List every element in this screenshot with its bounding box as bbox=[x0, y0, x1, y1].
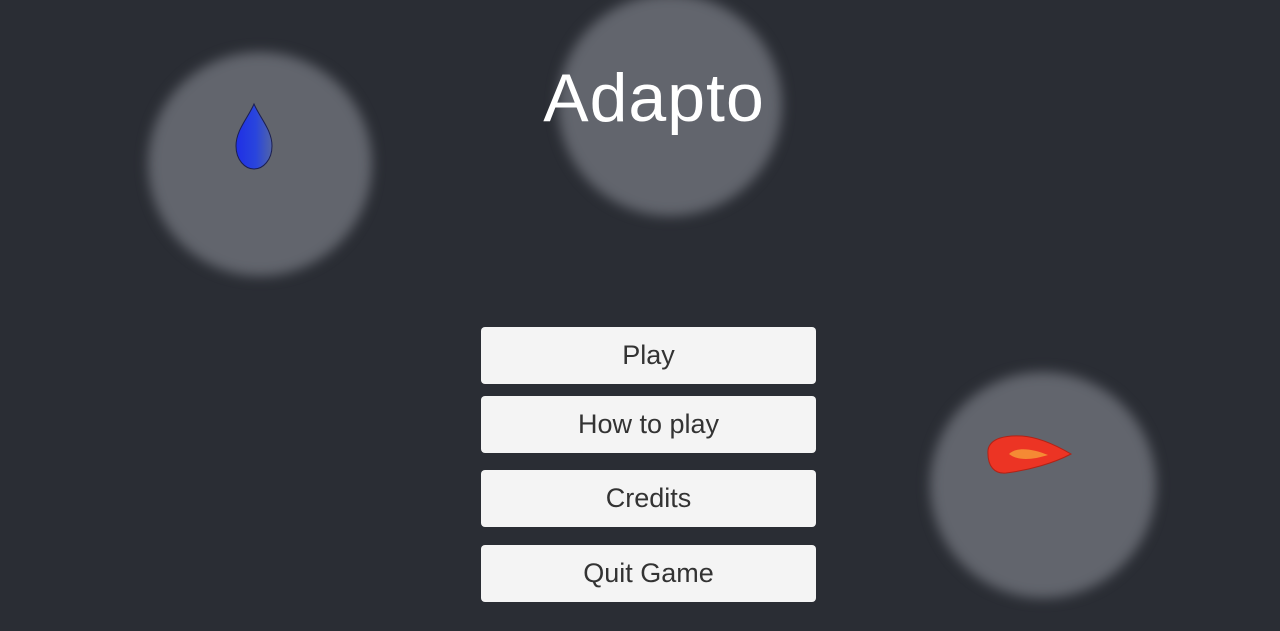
right-light-glow bbox=[930, 372, 1156, 598]
main-menu-screen: Adapto Play How to play Credits Quit Gam… bbox=[0, 0, 1280, 631]
game-title: Adapto bbox=[543, 60, 765, 136]
water-drop-icon bbox=[235, 102, 273, 170]
quit-game-button[interactable]: Quit Game bbox=[481, 545, 816, 602]
fire-icon bbox=[987, 435, 1073, 474]
credits-button[interactable]: Credits bbox=[481, 470, 816, 527]
play-button[interactable]: Play bbox=[481, 327, 816, 384]
how-to-play-button[interactable]: How to play bbox=[481, 396, 816, 453]
